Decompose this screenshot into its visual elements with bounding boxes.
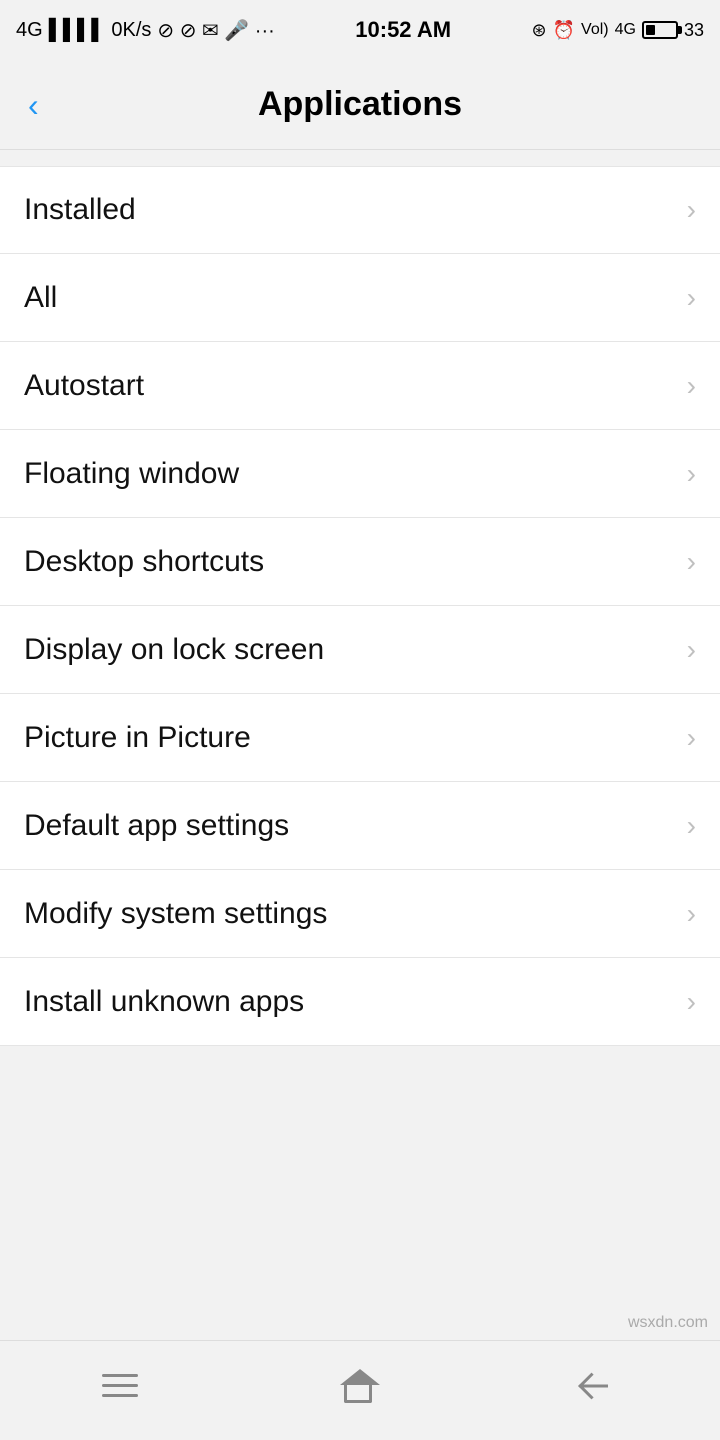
menu-item-label-floating-window: Floating window	[24, 457, 239, 491]
chevron-right-icon: ›	[687, 372, 696, 400]
status-time: 10:52 AM	[275, 17, 532, 43]
chevron-right-icon: ›	[687, 548, 696, 576]
status-left: 4G ▌▌▌▌ 0K/s ⊘ ⊘ ✉ 🎤 ···	[16, 18, 275, 43]
volte-icon: Vol)	[581, 21, 609, 39]
chevron-right-icon: ›	[687, 900, 696, 928]
status-right: ⊛ ⏰ Vol) 4G 33	[532, 20, 704, 41]
menu-item-label-modify-system-settings: Modify system settings	[24, 897, 327, 931]
menu-item-all[interactable]: All ›	[0, 254, 720, 342]
battery-fill	[646, 25, 655, 35]
data-speed: 0K/s	[111, 19, 151, 42]
nav-menu-button[interactable]	[80, 1356, 160, 1416]
bluetooth-icon: ⊛	[532, 20, 547, 41]
menu-icon	[102, 1374, 138, 1397]
nav-back-button[interactable]	[560, 1356, 640, 1416]
page-title: Applications	[258, 85, 462, 124]
alarm-icon: ⏰	[553, 20, 575, 41]
chevron-right-icon: ›	[687, 636, 696, 664]
back-button[interactable]: ‹	[20, 81, 47, 129]
app-header: ‹ Applications	[0, 60, 720, 150]
menu-item-label-default-app-settings: Default app settings	[24, 809, 289, 843]
bottom-nav	[0, 1340, 720, 1440]
chevron-right-icon: ›	[687, 812, 696, 840]
menu-item-default-app-settings[interactable]: Default app settings ›	[0, 782, 720, 870]
home-icon	[342, 1369, 378, 1403]
menu-item-picture-in-picture[interactable]: Picture in Picture ›	[0, 694, 720, 782]
chevron-right-icon: ›	[687, 724, 696, 752]
status-icons: ⊘ ⊘ ✉ 🎤 ···	[157, 18, 274, 43]
menu-item-floating-window[interactable]: Floating window ›	[0, 430, 720, 518]
menu-item-label-all: All	[24, 281, 57, 315]
menu-item-desktop-shortcuts[interactable]: Desktop shortcuts ›	[0, 518, 720, 606]
watermark: wsxdn.com	[628, 1314, 708, 1332]
menu-item-display-on-lock-screen[interactable]: Display on lock screen ›	[0, 606, 720, 694]
menu-item-label-install-unknown-apps: Install unknown apps	[24, 985, 304, 1019]
signal-bars: ▌▌▌▌	[49, 19, 106, 42]
menu-item-modify-system-settings[interactable]: Modify system settings ›	[0, 870, 720, 958]
battery-icon	[642, 21, 678, 39]
menu-item-label-installed: Installed	[24, 193, 136, 227]
battery-percent: 33	[684, 20, 704, 41]
menu-item-label-desktop-shortcuts: Desktop shortcuts	[24, 545, 264, 579]
menu-item-label-picture-in-picture: Picture in Picture	[24, 721, 251, 755]
nav-home-button[interactable]	[320, 1356, 400, 1416]
signal-text: 4G	[16, 19, 43, 42]
menu-item-install-unknown-apps[interactable]: Install unknown apps ›	[0, 958, 720, 1046]
menu-item-autostart[interactable]: Autostart ›	[0, 342, 720, 430]
menu-list: Installed › All › Autostart › Floating window ›…	[0, 150, 720, 1340]
menu-item-label-autostart: Autostart	[24, 369, 144, 403]
chevron-right-icon: ›	[687, 196, 696, 224]
lte-icon: 4G	[615, 21, 636, 39]
chevron-right-icon: ›	[687, 988, 696, 1016]
chevron-right-icon: ›	[687, 460, 696, 488]
menu-item-label-display-on-lock-screen: Display on lock screen	[24, 633, 324, 667]
chevron-right-icon: ›	[687, 284, 696, 312]
status-bar: 4G ▌▌▌▌ 0K/s ⊘ ⊘ ✉ 🎤 ··· 10:52 AM ⊛ ⏰ Vo…	[0, 0, 720, 60]
menu-item-installed[interactable]: Installed ›	[0, 166, 720, 254]
back-nav-icon	[582, 1372, 618, 1400]
